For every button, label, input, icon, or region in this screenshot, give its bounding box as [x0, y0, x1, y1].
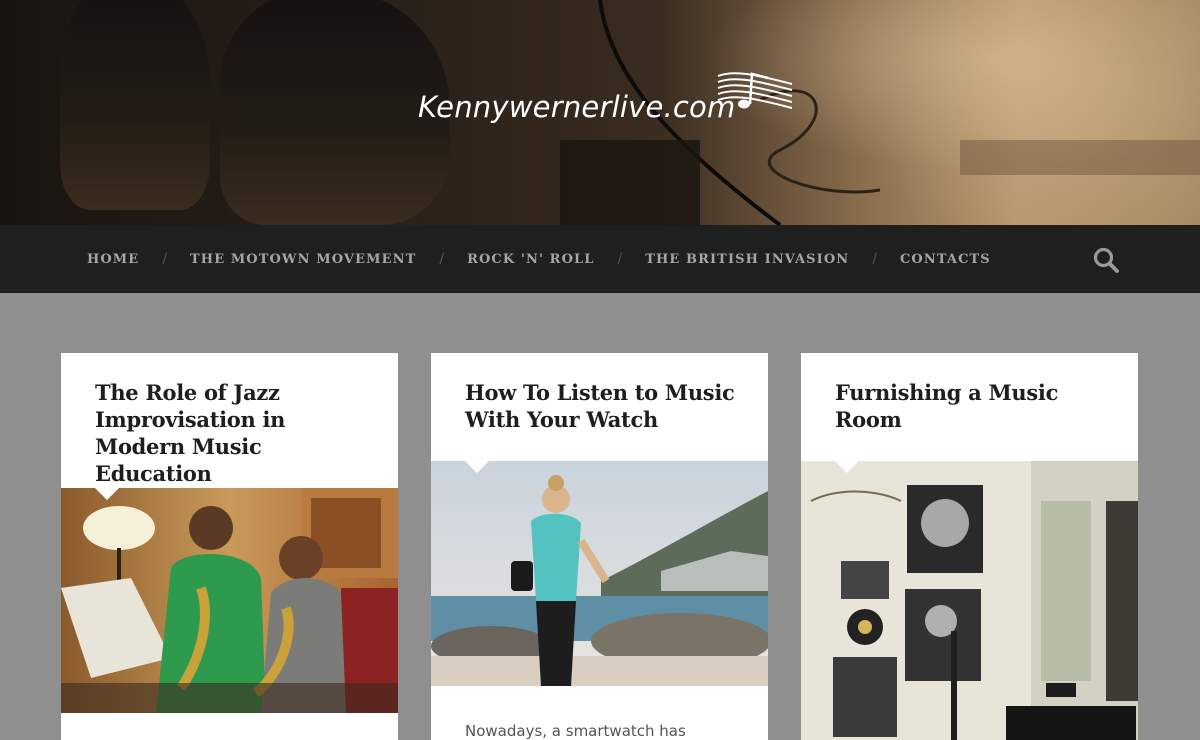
- post-card[interactable]: How To Listen to Music With Your Watch N…: [431, 353, 768, 740]
- nav-separator: /: [439, 251, 445, 267]
- nav-item-contacts[interactable]: CONTACTS: [900, 252, 991, 267]
- nav-item-british-invasion[interactable]: THE BRITISH INVASION: [645, 252, 849, 267]
- site-header: Kennywernerlive.com: [0, 0, 1200, 225]
- music-note-logo-icon: [717, 72, 793, 109]
- woman-with-smartwatch-on-beach-photo: [431, 461, 768, 686]
- nav-separator: /: [162, 251, 168, 267]
- image-pointer: [95, 488, 119, 500]
- nav-item-rock-n-roll[interactable]: ROCK 'N' ROLL: [467, 252, 594, 267]
- post-excerpt: Nowadays, a smartwatch has: [465, 722, 686, 740]
- nav-separator: /: [617, 251, 623, 267]
- post-card[interactable]: Furnishing a Music Room: [801, 353, 1138, 740]
- saxophone-lesson-photo: [61, 488, 398, 713]
- vintage-music-room-photo: [801, 461, 1138, 740]
- nav-separator: /: [872, 251, 877, 267]
- site-logo-text: Kennywernerlive.com: [418, 90, 736, 124]
- site-logo[interactable]: Kennywernerlive.com: [418, 68, 818, 138]
- nav-item-home[interactable]: HOME: [87, 252, 139, 267]
- search-toggle-button[interactable]: [1092, 246, 1120, 274]
- nav-item-motown-movement[interactable]: THE MOTOWN MOVEMENT: [190, 252, 416, 267]
- nav-menu: HOME / THE MOTOWN MOVEMENT / ROCK 'N' RO…: [87, 225, 991, 293]
- post-title[interactable]: The Role of Jazz Improvisation in Modern…: [95, 379, 380, 487]
- image-pointer: [465, 461, 489, 473]
- post-featured-image[interactable]: [431, 461, 768, 686]
- post-card[interactable]: The Role of Jazz Improvisation in Modern…: [61, 353, 398, 740]
- image-pointer: [835, 461, 859, 473]
- post-featured-image[interactable]: [801, 461, 1138, 740]
- post-title[interactable]: How To Listen to Music With Your Watch: [465, 379, 750, 433]
- post-title[interactable]: Furnishing a Music Room: [835, 379, 1120, 433]
- post-featured-image[interactable]: [61, 488, 398, 713]
- main-navigation: HOME / THE MOTOWN MOVEMENT / ROCK 'N' RO…: [0, 225, 1200, 293]
- search-icon: [1093, 247, 1119, 273]
